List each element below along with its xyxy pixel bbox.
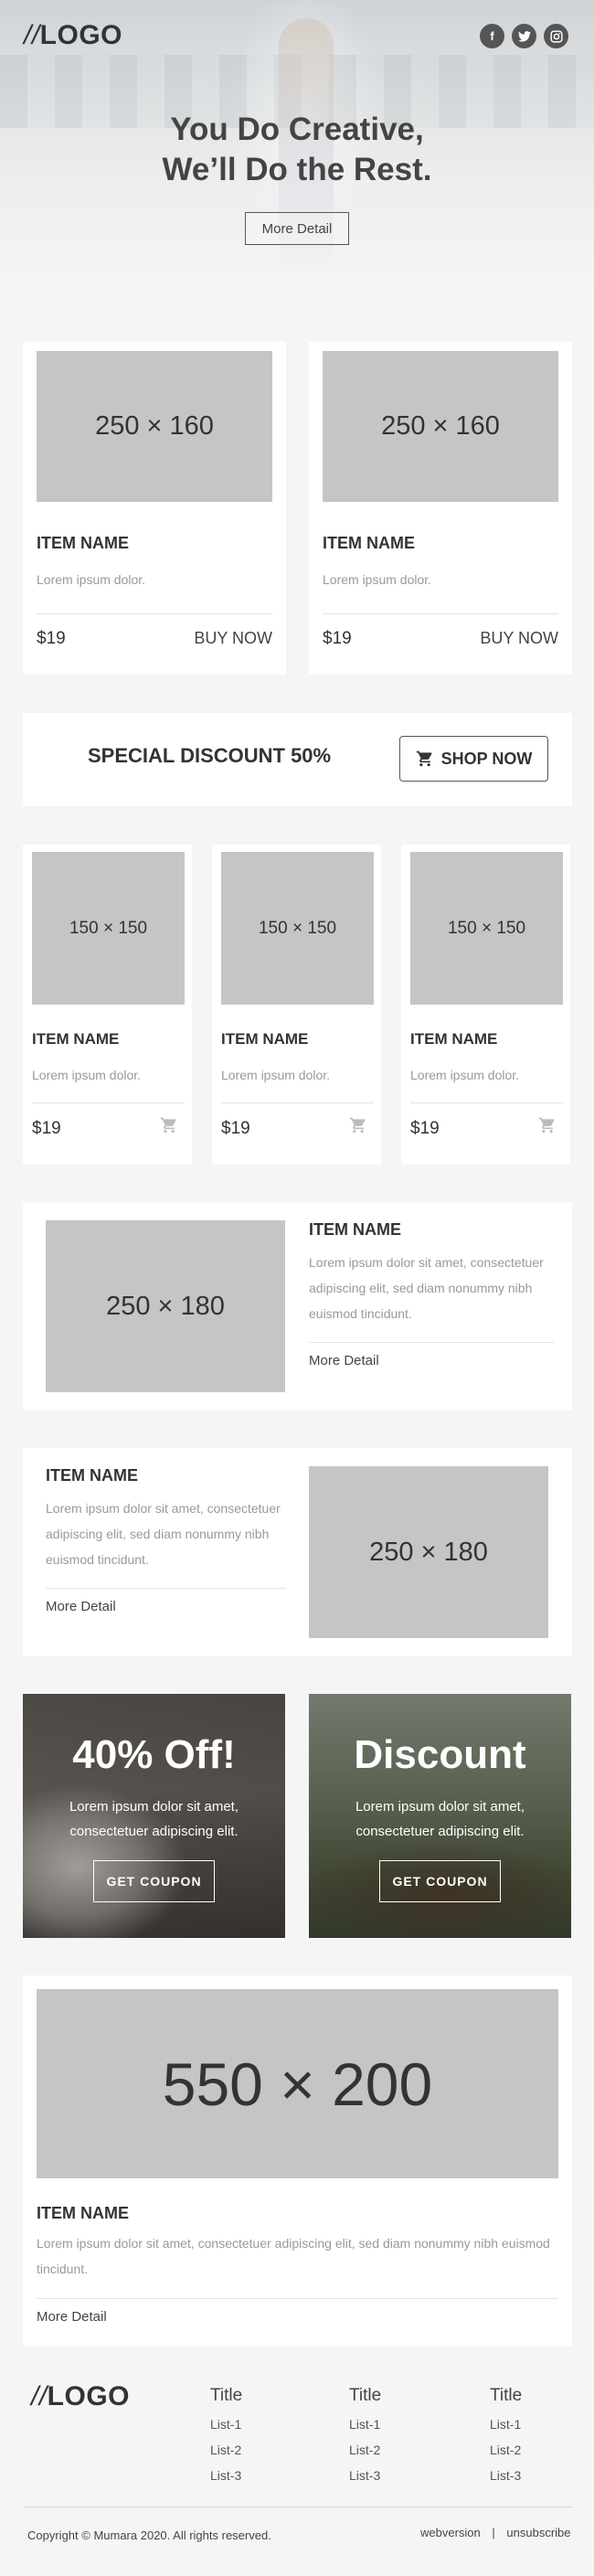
discount-banner: SPECIAL DISCOUNT 50% SHOP NOW: [23, 713, 572, 806]
footer-link[interactable]: List-1: [490, 2411, 521, 2437]
item-description: Lorem ipsum dolor.: [221, 1068, 331, 1082]
item-name: ITEM NAME: [410, 1030, 498, 1048]
footer-links: webversion | unsubscribe: [420, 2526, 571, 2539]
footer-column-title: Title: [210, 2386, 243, 2405]
divider: [46, 1588, 285, 1589]
cart-icon[interactable]: [349, 1116, 367, 1134]
promo-description: Lorem ipsum dolor sit amet, consectetuer…: [355, 1799, 525, 1839]
feature-card: ITEM NAME Lorem ipsum dolor sit amet, co…: [23, 1448, 572, 1656]
item-description: Lorem ipsum dolor sit amet, consectetuer…: [309, 1255, 544, 1321]
footer-column-title: Title: [490, 2386, 523, 2405]
social-links: f: [480, 24, 568, 48]
more-detail-button[interactable]: More Detail: [245, 212, 349, 245]
promo-headline: Discount: [354, 1732, 526, 1777]
footer-list: List-1 List-2 List-3: [490, 2411, 521, 2488]
product-card: 250 × 160 ITEM NAME Lorem ipsum dolor. $…: [309, 342, 572, 675]
item-name: ITEM NAME: [37, 2204, 129, 2222]
product-card: 150 × 150 ITEM NAME Lorem ipsum dolor. $…: [212, 845, 381, 1165]
discount-text: SPECIAL DISCOUNT 50%: [88, 744, 332, 767]
item-price: $19: [410, 1119, 440, 1138]
promo-card-40-off: 40% Off! Lorem ipsum dolor sit amet, con…: [23, 1694, 285, 1938]
promo-headline: 40% Off!: [72, 1732, 236, 1777]
feature-image[interactable]: 550 × 200: [37, 1989, 558, 2178]
feature-wide-card: 550 × 200 ITEM NAME Lorem ipsum dolor si…: [23, 1975, 572, 2347]
item-description: Lorem ipsum dolor sit amet, consectetuer…: [46, 1501, 281, 1567]
item-name: ITEM NAME: [32, 1030, 120, 1048]
feature-card: 250 × 180 ITEM NAME Lorem ipsum dolor si…: [23, 1202, 572, 1410]
product-image[interactable]: 150 × 150: [410, 852, 563, 1005]
divider: [410, 1102, 563, 1103]
footer-link[interactable]: List-2: [490, 2437, 521, 2463]
get-coupon-button[interactable]: GET COUPON: [379, 1860, 501, 1902]
twitter-icon[interactable]: [512, 24, 536, 48]
footer-link[interactable]: List-2: [349, 2437, 380, 2463]
unsubscribe-link[interactable]: unsubscribe: [506, 2526, 570, 2539]
hero-title: You Do Creative, We’ll Do the Rest.: [162, 112, 432, 187]
item-description: Lorem ipsum dolor.: [410, 1068, 520, 1082]
footer-column-title: Title: [349, 2386, 382, 2405]
item-name: ITEM NAME: [309, 1220, 401, 1239]
footer-link[interactable]: List-1: [349, 2411, 380, 2437]
product-image[interactable]: 250 × 160: [37, 351, 272, 502]
item-name: ITEM NAME: [46, 1466, 138, 1485]
divider: [323, 613, 558, 614]
item-price: $19: [323, 629, 352, 648]
more-detail-link[interactable]: More Detail: [37, 2309, 107, 2325]
shop-now-button[interactable]: SHOP NOW: [399, 736, 548, 782]
item-name: ITEM NAME: [323, 534, 415, 552]
feature-image[interactable]: 250 × 180: [46, 1220, 285, 1392]
get-coupon-button[interactable]: GET COUPON: [93, 1860, 215, 1902]
copyright-text: Copyright © Mumara 2020. All rights rese…: [27, 2528, 271, 2542]
divider: [37, 613, 272, 614]
more-detail-link[interactable]: More Detail: [46, 1599, 116, 1614]
footer-link[interactable]: List-3: [349, 2463, 380, 2488]
divider: [32, 1102, 185, 1103]
item-description: Lorem ipsum dolor.: [37, 572, 146, 587]
footer-link[interactable]: List-3: [210, 2463, 241, 2488]
product-card: 150 × 150 ITEM NAME Lorem ipsum dolor. $…: [401, 845, 570, 1165]
divider: [221, 1102, 374, 1103]
header-logo[interactable]: //LOGO: [24, 20, 122, 51]
product-card: 150 × 150 ITEM NAME Lorem ipsum dolor. $…: [23, 845, 192, 1165]
facebook-icon[interactable]: f: [480, 24, 504, 48]
divider: [309, 1342, 554, 1343]
promo-card-discount: Discount Lorem ipsum dolor sit amet, con…: [309, 1694, 571, 1938]
product-image[interactable]: 150 × 150: [32, 852, 185, 1005]
footer-link[interactable]: List-3: [490, 2463, 521, 2488]
webversion-link[interactable]: webversion: [420, 2526, 481, 2539]
promo-description: Lorem ipsum dolor sit amet, consectetuer…: [69, 1799, 239, 1839]
divider: [37, 2298, 558, 2299]
buy-now-link[interactable]: BUY NOW: [194, 629, 272, 648]
instagram-icon[interactable]: [544, 24, 568, 48]
feature-image[interactable]: 250 × 180: [309, 1466, 548, 1638]
cart-icon[interactable]: [538, 1116, 557, 1134]
item-price: $19: [37, 629, 66, 648]
cart-icon: [416, 750, 432, 767]
buy-now-link[interactable]: BUY NOW: [480, 629, 558, 648]
item-price: $19: [221, 1119, 250, 1138]
item-description: Lorem ipsum dolor.: [32, 1068, 142, 1082]
item-name: ITEM NAME: [37, 534, 129, 552]
item-description: Lorem ipsum dolor sit amet, consectetuer…: [37, 2236, 550, 2276]
more-detail-link[interactable]: More Detail: [309, 1353, 379, 1368]
product-image[interactable]: 150 × 150: [221, 852, 374, 1005]
hero-banner: //LOGO f You Do Creative, We’ll Do the R…: [0, 0, 594, 293]
item-description: Lorem ipsum dolor.: [323, 572, 432, 587]
cart-icon[interactable]: [160, 1116, 178, 1134]
item-price: $19: [32, 1119, 61, 1138]
footer-list: List-1 List-2 List-3: [210, 2411, 241, 2488]
product-image[interactable]: 250 × 160: [323, 351, 558, 502]
footer-link[interactable]: List-1: [210, 2411, 241, 2437]
footer-link[interactable]: List-2: [210, 2437, 241, 2463]
footer-logo[interactable]: //LOGO: [31, 2381, 130, 2412]
footer-list: List-1 List-2 List-3: [349, 2411, 380, 2488]
item-name: ITEM NAME: [221, 1030, 309, 1048]
product-card: 250 × 160 ITEM NAME Lorem ipsum dolor. $…: [23, 342, 286, 675]
link-separator: |: [492, 2526, 495, 2539]
